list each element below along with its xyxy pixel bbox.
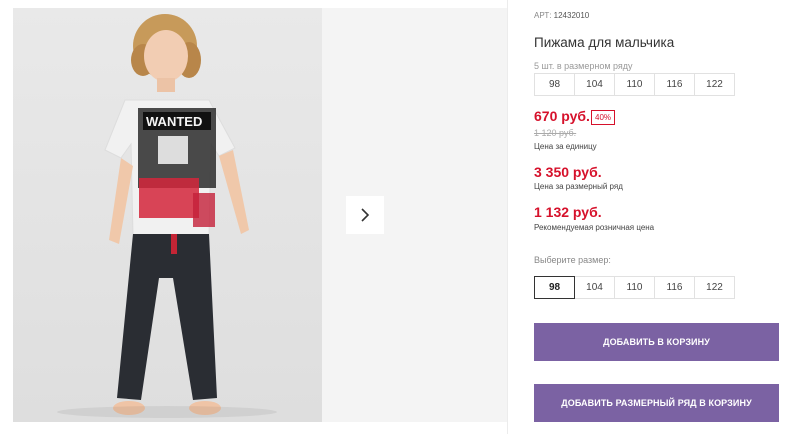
sku-number: 12432010 bbox=[553, 11, 590, 20]
size-range-cell: 110 bbox=[614, 73, 655, 96]
choose-size-label: Выберите размер: bbox=[534, 255, 611, 265]
old-price: 1 120 руб. bbox=[534, 128, 577, 138]
product-photo-illustration: WANTED bbox=[13, 8, 322, 422]
unit-price: 670 руб. bbox=[534, 108, 590, 124]
size-range-price: 3 350 руб. bbox=[534, 164, 602, 180]
product-title: Пижама для мальчика bbox=[534, 35, 675, 50]
product-gallery: WANTED bbox=[0, 0, 507, 434]
product-photo[interactable]: WANTED bbox=[13, 8, 322, 422]
size-range-grid: 98 104 110 116 122 bbox=[534, 73, 735, 96]
add-to-cart-button[interactable]: ДОБАВИТЬ В КОРЗИНУ bbox=[534, 323, 779, 361]
size-range-cell: 98 bbox=[534, 73, 575, 96]
column-divider bbox=[507, 0, 508, 434]
unit-price-caption: Цена за единицу bbox=[534, 142, 597, 151]
recommended-retail-price: 1 132 руб. bbox=[534, 204, 602, 220]
size-selector: 98 104 110 116 122 bbox=[534, 276, 735, 299]
chevron-right-icon bbox=[361, 208, 370, 222]
add-size-range-to-cart-button[interactable]: ДОБАВИТЬ РАЗМЕРНЫЙ РЯД В КОРЗИНУ bbox=[534, 384, 779, 422]
size-range-cell: 116 bbox=[654, 73, 695, 96]
sku: АРТ: 12432010 bbox=[534, 11, 589, 20]
svg-text:WANTED: WANTED bbox=[146, 114, 202, 129]
sku-label: АРТ: bbox=[534, 11, 552, 20]
size-range-cell: 104 bbox=[574, 73, 615, 96]
size-range-price-caption: Цена за размерный ряд bbox=[534, 182, 623, 191]
size-option-98[interactable]: 98 bbox=[534, 276, 575, 299]
size-option-122[interactable]: 122 bbox=[694, 276, 735, 299]
next-image-button[interactable] bbox=[346, 196, 384, 234]
discount-badge: 40% bbox=[591, 110, 616, 125]
size-option-110[interactable]: 110 bbox=[614, 276, 655, 299]
size-option-116[interactable]: 116 bbox=[654, 276, 695, 299]
recommended-retail-price-caption: Рекомендуемая розничная цена bbox=[534, 223, 655, 232]
size-option-104[interactable]: 104 bbox=[574, 276, 615, 299]
size-range-cell: 122 bbox=[694, 73, 735, 96]
size-range-note: 5 шт. в размерном ряду bbox=[534, 61, 633, 71]
